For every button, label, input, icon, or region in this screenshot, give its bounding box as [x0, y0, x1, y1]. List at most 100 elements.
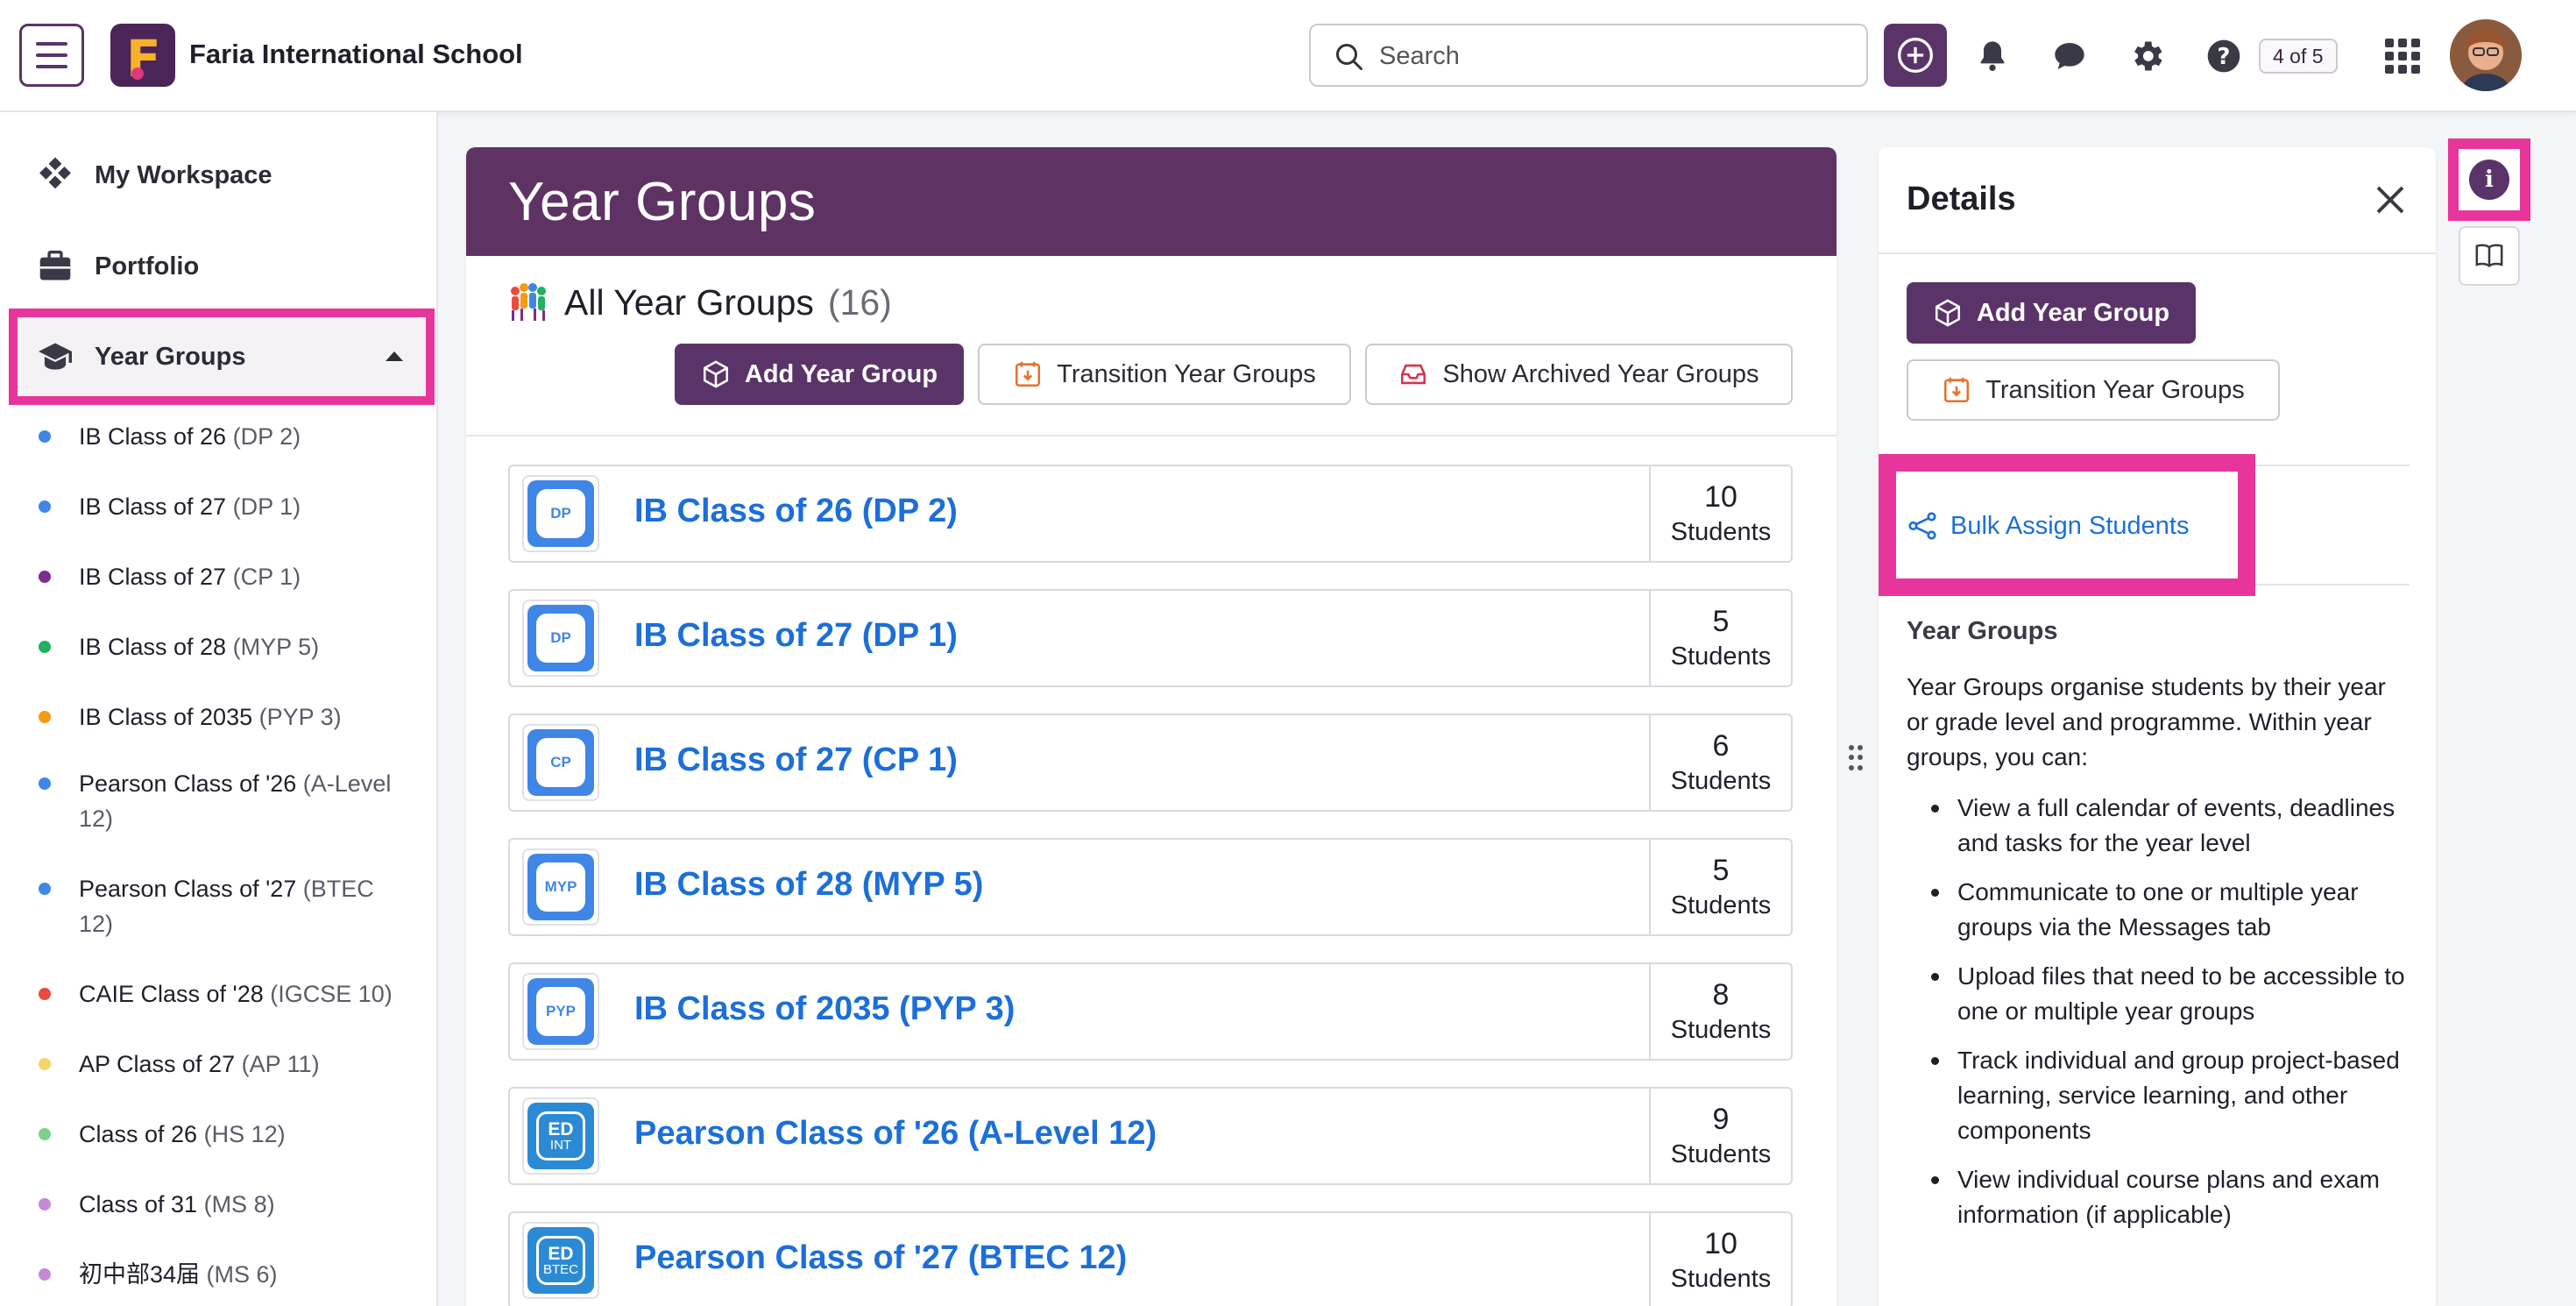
plus-circle-icon	[1898, 38, 1933, 73]
year-group-name-link[interactable]: Pearson Class of '26 (A-Level 12)	[634, 1115, 1157, 1153]
details-add-year-group-button[interactable]: Add Year Group	[1907, 282, 2196, 344]
sidebar-year-group-item[interactable]: Class of 26 (HS 12)	[39, 1117, 407, 1152]
chat-icon[interactable]	[2049, 35, 2091, 77]
programme-badge: DP	[522, 475, 599, 552]
sidebar-year-group-item[interactable]: IB Class of 2035 (PYP 3)	[39, 699, 407, 735]
color-dot-icon	[39, 1268, 51, 1281]
close-icon[interactable]	[2369, 179, 2411, 221]
year-group-row[interactable]: DP IB Class of 26 (DP 2) 10 Students	[508, 465, 1793, 563]
sidebar-year-group-item[interactable]: Pearson Class of '27 (BTEC 12)	[39, 871, 407, 941]
year-group-name-link[interactable]: IB Class of 26 (DP 2)	[634, 493, 958, 530]
divider	[466, 435, 1836, 437]
year-group-name-link[interactable]: IB Class of 27 (CP 1)	[634, 742, 958, 779]
color-dot-icon	[39, 1198, 51, 1210]
color-dot-icon	[39, 1058, 51, 1070]
sidebar-item-year-groups[interactable]: Year Groups	[35, 330, 403, 383]
programme-badge-icon: DP	[527, 480, 594, 547]
show-archived-year-groups-button[interactable]: Show Archived Year Groups	[1365, 344, 1793, 405]
info-highlight: i	[2448, 138, 2530, 221]
color-dot-icon	[39, 430, 51, 443]
create-button[interactable]	[1884, 24, 1947, 87]
details-bullet-item: Upload files that need to be accessible …	[1931, 959, 2410, 1029]
year-group-name-link[interactable]: IB Class of 27 (DP 1)	[634, 617, 958, 655]
cube-icon	[701, 359, 731, 389]
add-year-group-button[interactable]: Add Year Group	[675, 344, 964, 405]
school-logo[interactable]: F	[110, 24, 175, 87]
details-section-title: Year Groups	[1907, 617, 2058, 645]
sidebar-year-group-item[interactable]: IB Class of 27 (CP 1)	[39, 559, 407, 594]
school-name[interactable]: Faria International School	[189, 39, 523, 70]
year-group-row[interactable]: MYP IB Class of 28 (MYP 5) 5 Students	[508, 838, 1793, 936]
year-group-row[interactable]: PYP IB Class of 2035 (PYP 3) 8 Students	[508, 962, 1793, 1061]
sidebar-year-group-item[interactable]: Class of 31 (MS 8)	[39, 1187, 407, 1222]
info-icon[interactable]: i	[2469, 160, 2509, 200]
menu-icon[interactable]	[19, 24, 84, 87]
search-input[interactable]	[1379, 39, 1835, 73]
sidebar-year-group-item[interactable]: Pearson Class of '26 (A-Level 12)	[39, 766, 407, 836]
programme-badge-icon: CP	[527, 729, 594, 796]
sidebar-item-label: Portfolio	[95, 252, 200, 280]
sidebar-year-group-item[interactable]: IB Class of 27 (DP 1)	[39, 489, 407, 524]
programme-badge-icon: ED BTEC	[527, 1227, 594, 1294]
transition-year-groups-button[interactable]: Transition Year Groups	[978, 344, 1351, 405]
details-bullet-item: Communicate to one or multiple year grou…	[1931, 875, 2410, 945]
programme-badge: DP	[522, 600, 599, 677]
people-group-icon	[511, 283, 546, 321]
calendar-transition-icon	[1942, 375, 1971, 405]
help-icon[interactable]: ?	[2203, 35, 2245, 77]
briefcase-icon	[35, 246, 75, 287]
user-avatar[interactable]	[2450, 19, 2522, 91]
programme-badge: PYP	[522, 973, 599, 1050]
details-transition-year-groups-button[interactable]: Transition Year Groups	[1907, 359, 2280, 421]
color-dot-icon	[39, 641, 51, 653]
all-year-groups-title: All Year Groups	[564, 281, 814, 323]
details-bullet-list: View a full calendar of events, deadline…	[1931, 791, 2410, 1246]
color-dot-icon	[39, 711, 51, 723]
year-group-name-link[interactable]: IB Class of 28 (MYP 5)	[634, 866, 983, 904]
student-count: 6 Students	[1649, 715, 1791, 810]
gear-icon[interactable]	[2126, 35, 2168, 77]
details-bullet-item: View individual course plans and exam in…	[1931, 1162, 2410, 1232]
sidebar: My Workspace Portfolio Year Groups IB Cl…	[0, 112, 438, 1306]
color-dot-icon	[39, 571, 51, 583]
resize-handle-icon[interactable]	[1849, 745, 1863, 771]
book-icon[interactable]	[2459, 226, 2520, 286]
color-dot-icon	[39, 500, 51, 513]
sidebar-year-group-item[interactable]: 初中部34届 (MS 6)	[39, 1257, 407, 1292]
bulk-assign-students-link[interactable]: Bulk Assign Students	[1907, 510, 2189, 542]
student-count: 5 Students	[1649, 840, 1791, 934]
sidebar-item-label: My Workspace	[95, 160, 272, 189]
share-nodes-icon	[1908, 512, 1936, 540]
collapse-caret-icon[interactable]	[386, 351, 403, 361]
sidebar-item-my-workspace[interactable]: My Workspace	[35, 149, 272, 202]
year-group-name-link[interactable]: IB Class of 2035 (PYP 3)	[634, 990, 1015, 1028]
student-count: 5 Students	[1649, 591, 1791, 685]
year-groups-panel: Year Groups All Year Groups (16) Add Yea…	[466, 147, 1836, 1306]
search-box[interactable]	[1309, 24, 1868, 87]
year-group-name-link[interactable]: Pearson Class of '27 (BTEC 12)	[634, 1239, 1127, 1277]
color-dot-icon	[39, 988, 51, 1000]
programme-badge: CP	[522, 724, 599, 801]
year-group-row[interactable]: ED INT Pearson Class of '26 (A-Level 12) 9 S…	[508, 1087, 1793, 1185]
sidebar-year-group-item[interactable]: AP Class of 27 (AP 11)	[39, 1047, 407, 1082]
divider	[1879, 252, 2436, 254]
color-dot-icon	[39, 777, 51, 790]
details-panel: Details Add Year Group Transition Year G…	[1879, 147, 2436, 1306]
sidebar-year-group-item[interactable]: IB Class of 26 (DP 2)	[39, 419, 407, 454]
details-bullet-item: Track individual and group project-based…	[1931, 1043, 2410, 1148]
help-progress-badge[interactable]: 4 of 5	[2259, 39, 2338, 74]
sidebar-year-group-item[interactable]: CAIE Class of '28 (IGCSE 10)	[39, 976, 407, 1011]
color-dot-icon	[39, 1128, 51, 1140]
bell-icon[interactable]	[1971, 35, 2013, 77]
year-group-row[interactable]: DP IB Class of 27 (DP 1) 5 Students	[508, 589, 1793, 687]
apps-grid-icon[interactable]	[2385, 39, 2420, 74]
sidebar-item-portfolio[interactable]: Portfolio	[35, 240, 199, 293]
student-count: 9 Students	[1649, 1089, 1791, 1183]
year-group-row[interactable]: ED BTEC Pearson Class of '27 (BTEC 12) 10 St…	[508, 1211, 1793, 1306]
sidebar-year-group-item[interactable]: IB Class of 28 (MYP 5)	[39, 629, 407, 664]
student-count: 8 Students	[1649, 964, 1791, 1059]
sidebar-item-label: Year Groups	[95, 342, 246, 371]
page-title: Year Groups	[508, 171, 817, 232]
year-group-row[interactable]: CP IB Class of 27 (CP 1) 6 Students	[508, 713, 1793, 812]
programme-badge-icon: ED INT	[527, 1103, 594, 1169]
